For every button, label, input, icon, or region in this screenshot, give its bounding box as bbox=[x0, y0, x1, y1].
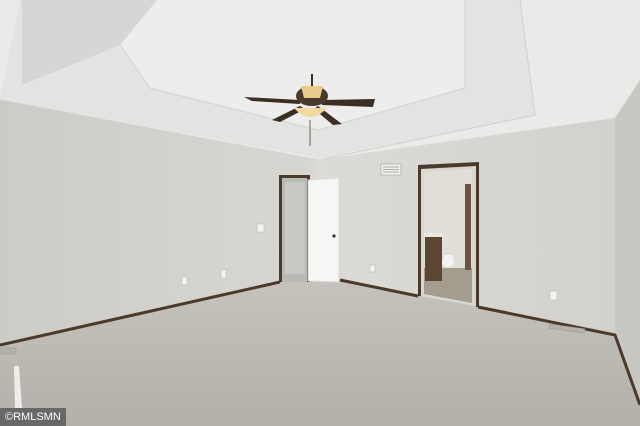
vanity-cabinet bbox=[425, 235, 442, 281]
wall-vent bbox=[380, 163, 402, 176]
bathroom-doorway bbox=[418, 162, 479, 307]
wall-outlet bbox=[369, 264, 376, 273]
door-knob[interactable] bbox=[332, 234, 336, 238]
light-switch[interactable] bbox=[256, 223, 265, 233]
room-illustration bbox=[0, 0, 640, 426]
watermark: ©RMLSMN bbox=[0, 408, 66, 426]
closet-doorway bbox=[279, 175, 310, 282]
wall-outlet bbox=[220, 269, 227, 279]
fan-light-shade bbox=[301, 86, 323, 98]
bathroom-inner-door bbox=[465, 184, 471, 270]
floor-vent bbox=[0, 347, 17, 355]
white-door[interactable] bbox=[307, 177, 340, 283]
room-photo: ©RMLSMN bbox=[0, 0, 640, 426]
wall-outlet bbox=[549, 290, 558, 301]
wall-outlet bbox=[181, 276, 188, 286]
